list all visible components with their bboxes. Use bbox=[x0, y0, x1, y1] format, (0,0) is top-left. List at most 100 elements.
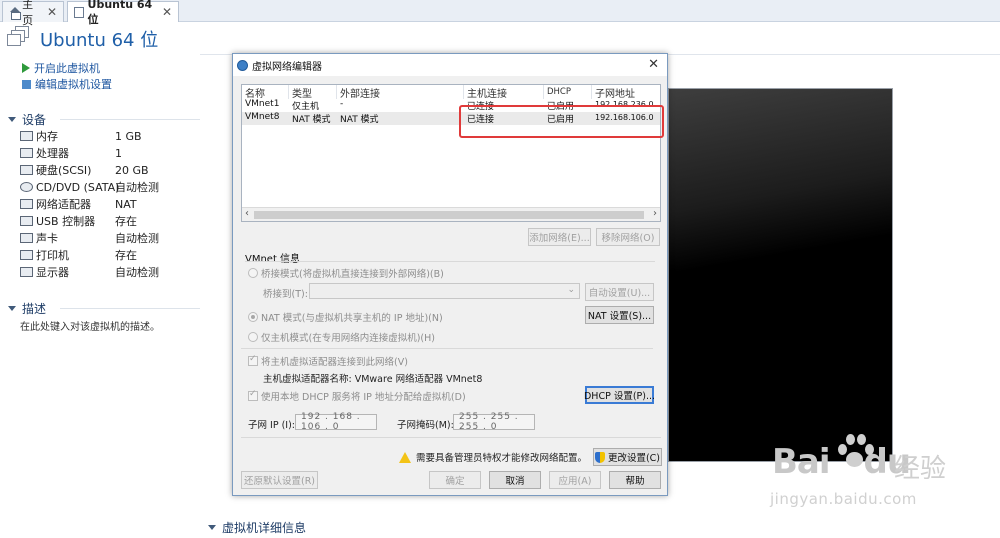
divider bbox=[60, 119, 200, 120]
details-heading: 虚拟机详细信息 bbox=[222, 521, 307, 535]
adapter-name-label: 主机虚拟适配器名称: VMware 网络适配器 VMnet8 bbox=[263, 374, 483, 385]
table-cell: VMnet8 bbox=[245, 112, 280, 122]
devices-section-toggle[interactable]: 设备 bbox=[8, 111, 46, 128]
chevron-down-icon bbox=[8, 306, 16, 311]
device-row-cd[interactable]: CD/DVD (SATA) 自动检测 bbox=[20, 179, 200, 195]
device-value: 自动检测 bbox=[115, 181, 159, 194]
paw-icon bbox=[834, 430, 874, 470]
tab-home[interactable]: 主页 ✕ bbox=[2, 0, 64, 27]
bridge-to-label: 桥接到(T): bbox=[263, 289, 308, 300]
nat-mode-radio[interactable]: NAT 模式(与虚拟机共享主机的 IP 地址)(N) bbox=[248, 310, 443, 324]
details-section-toggle[interactable]: 虚拟机详细信息 bbox=[208, 519, 306, 536]
description-text[interactable]: 在此处键入对该虚拟机的描述。 bbox=[20, 318, 160, 333]
device-row-memory[interactable]: 内存 1 GB bbox=[20, 128, 200, 144]
edit-settings-label: 编辑虚拟机设置 bbox=[35, 78, 112, 91]
change-settings-button[interactable]: 更改设置(C) bbox=[593, 448, 662, 466]
description-section-toggle[interactable]: 描述 bbox=[8, 300, 46, 317]
nat-settings-button[interactable]: NAT 设置(S)... bbox=[585, 306, 654, 324]
close-icon[interactable]: ✕ bbox=[162, 5, 172, 19]
device-value: 存在 bbox=[115, 249, 137, 262]
scrollbar-thumb[interactable] bbox=[254, 211, 644, 219]
column-header[interactable]: DHCP bbox=[543, 85, 590, 99]
subnet-mask-label: 子网掩码(M): bbox=[397, 420, 454, 431]
device-row-disk[interactable]: 硬盘(SCSI) 20 GB bbox=[20, 162, 200, 178]
printer-icon bbox=[20, 250, 33, 260]
device-row-display[interactable]: 显示器 自动检测 bbox=[20, 264, 200, 280]
memory-icon bbox=[20, 131, 33, 141]
checkbox-icon bbox=[248, 389, 258, 401]
usb-icon bbox=[20, 216, 33, 226]
column-header[interactable]: 外部连接 bbox=[336, 85, 462, 100]
table-cell: NAT 模式 bbox=[292, 115, 331, 125]
vmnet-info-label: VMnet 信息 bbox=[245, 254, 301, 265]
horizontal-scrollbar[interactable]: ‹ › bbox=[242, 207, 660, 221]
device-row-sound[interactable]: 声卡 自动检测 bbox=[20, 230, 200, 246]
subnet-mask-field[interactable]: 255 . 255 . 255 . 0 bbox=[453, 412, 535, 432]
close-icon[interactable]: ✕ bbox=[648, 57, 659, 72]
divider bbox=[241, 437, 661, 438]
disk-icon bbox=[20, 165, 33, 175]
device-value: 1 bbox=[115, 146, 122, 160]
highlight-box bbox=[459, 105, 664, 138]
admin-warning-text: 需要具备管理员特权才能修改网络配置。 bbox=[416, 453, 588, 464]
device-row-cpu[interactable]: 处理器 1 bbox=[20, 145, 200, 161]
chevron-right-icon[interactable]: › bbox=[653, 208, 657, 219]
remove-network-button[interactable]: 移除网络(O) bbox=[596, 228, 660, 246]
ok-button[interactable]: 确定 bbox=[429, 471, 481, 489]
subnet-ip-label: 子网 IP (I): bbox=[248, 420, 295, 431]
vm-screen-preview[interactable] bbox=[668, 88, 893, 462]
bridge-mode-radio[interactable]: 桥接模式(将虚拟机直接连接到外部网络)(B) bbox=[248, 266, 444, 280]
vm-header: Ubuntu 64 位 bbox=[0, 22, 1000, 54]
device-value: NAT bbox=[115, 197, 137, 211]
column-header[interactable]: 主机连接 bbox=[463, 85, 542, 100]
auto-settings-button[interactable]: 自动设置(U)... bbox=[585, 283, 654, 301]
watermark-cn: 经验 bbox=[894, 454, 947, 484]
dhcp-settings-button[interactable]: DHCP 设置(P)... bbox=[584, 386, 655, 404]
chevron-left-icon[interactable]: ‹ bbox=[245, 208, 249, 219]
connect-host-checkbox[interactable]: 将主机虚拟适配器连接到此网络(V) bbox=[248, 354, 408, 368]
subnet-ip-field[interactable]: 192 . 168 . 106 . 0 bbox=[295, 412, 377, 432]
device-row-usb[interactable]: USB 控制器 存在 bbox=[20, 213, 200, 229]
page-title: Ubuntu 64 位 bbox=[40, 30, 159, 51]
left-pane: 开启此虚拟机 编辑虚拟机设置 设备 内存 1 GB 处理器 1 硬盘(SCSI)… bbox=[0, 55, 200, 538]
sound-icon bbox=[20, 233, 33, 243]
device-value: 自动检测 bbox=[115, 266, 159, 279]
dialog-titlebar: 虚拟网络编辑器 ✕ bbox=[233, 54, 667, 76]
device-row-network[interactable]: 网络适配器 NAT bbox=[20, 196, 200, 212]
column-header[interactable]: 子网地址 bbox=[591, 85, 661, 100]
host-only-radio[interactable]: 仅主机模式(在专用网络内连接虚拟机)(H) bbox=[248, 330, 435, 344]
edit-settings-button[interactable]: 编辑虚拟机设置 bbox=[22, 77, 112, 91]
use-dhcp-checkbox[interactable]: 使用本地 DHCP 服务将 IP 地址分配给虚拟机(D) bbox=[248, 389, 466, 403]
column-header[interactable]: 类型 bbox=[288, 85, 335, 100]
apply-button[interactable]: 应用(A) bbox=[549, 471, 601, 489]
connect-host-label: 将主机虚拟适配器连接到此网络(V) bbox=[261, 357, 408, 368]
column-header[interactable]: 名称 bbox=[242, 85, 287, 100]
dialog-title: 虚拟网络编辑器 bbox=[252, 61, 322, 73]
divider bbox=[60, 308, 200, 309]
chevron-down-icon bbox=[8, 117, 16, 122]
restore-defaults-button[interactable]: 还原默认设置(R) bbox=[241, 471, 318, 489]
watermark-url: jingyan.baidu.com bbox=[770, 490, 917, 508]
device-row-printer[interactable]: 打印机 存在 bbox=[20, 247, 200, 263]
shield-icon bbox=[594, 451, 605, 463]
divider bbox=[245, 261, 655, 262]
globe-icon bbox=[237, 59, 248, 71]
bridge-to-select[interactable]: ⌄ bbox=[309, 283, 580, 299]
radio-on-icon bbox=[248, 312, 258, 322]
divider bbox=[241, 348, 653, 349]
cancel-button[interactable]: 取消 bbox=[489, 471, 541, 489]
device-value: 20 GB bbox=[115, 163, 149, 177]
use-dhcp-label: 使用本地 DHCP 服务将 IP 地址分配给虚拟机(D) bbox=[261, 392, 466, 403]
tab-ubuntu[interactable]: Ubuntu 64 位 ✕ bbox=[67, 0, 179, 26]
device-value: 自动检测 bbox=[115, 232, 159, 245]
tab-strip: 主页 ✕ Ubuntu 64 位 ✕ bbox=[0, 0, 1000, 27]
admin-warning: 需要具备管理员特权才能修改网络配置。 bbox=[399, 450, 587, 464]
table-cell: 仅主机 bbox=[292, 102, 320, 112]
add-network-button[interactable]: 添加网络(E)... bbox=[528, 228, 591, 246]
table-cell: - bbox=[340, 99, 344, 109]
bridge-mode-label: 桥接模式(将虚拟机直接连接到外部网络)(B) bbox=[261, 269, 444, 280]
power-on-button[interactable]: 开启此虚拟机 bbox=[22, 61, 100, 75]
help-button[interactable]: 帮助 bbox=[609, 471, 661, 489]
close-icon[interactable]: ✕ bbox=[47, 5, 57, 19]
warning-icon bbox=[399, 451, 411, 463]
